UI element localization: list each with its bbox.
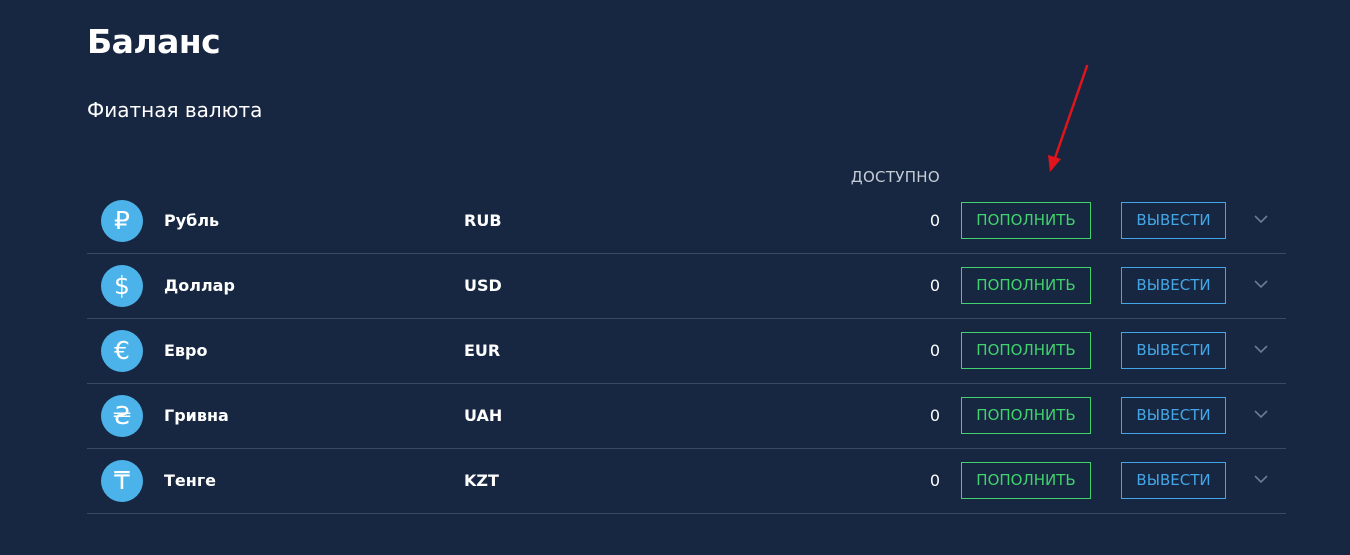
available-amount: 0 xyxy=(929,276,940,295)
ruble-icon: ₽ xyxy=(101,200,143,242)
currency-code: KZT xyxy=(464,471,499,490)
chevron-down-icon[interactable] xyxy=(1253,406,1269,422)
chevron-down-icon[interactable] xyxy=(1253,211,1269,227)
available-column-header: ДОСТУПНО xyxy=(850,168,940,186)
fiat-currency-list: ₽ Рубль RUB 0 ПОПОЛНИТЬ ВЫВЕСТИ $ Доллар… xyxy=(87,189,1286,514)
chevron-down-icon[interactable] xyxy=(1253,341,1269,357)
available-amount: 0 xyxy=(929,341,940,360)
available-amount: 0 xyxy=(929,471,940,490)
currency-row-usd: $ Доллар USD 0 ПОПОЛНИТЬ ВЫВЕСТИ xyxy=(87,254,1286,319)
tenge-icon: ₸ xyxy=(101,460,143,502)
deposit-button-kzt[interactable]: ПОПОЛНИТЬ xyxy=(961,462,1091,499)
currency-row-eur: € Евро EUR 0 ПОПОЛНИТЬ ВЫВЕСТИ xyxy=(87,319,1286,384)
withdraw-button-usd[interactable]: ВЫВЕСТИ xyxy=(1121,267,1226,304)
deposit-button-rub[interactable]: ПОПОЛНИТЬ xyxy=(961,202,1091,239)
page-title: Баланс xyxy=(87,22,221,61)
chevron-down-icon[interactable] xyxy=(1253,276,1269,292)
dollar-icon: $ xyxy=(101,265,143,307)
withdraw-button-kzt[interactable]: ВЫВЕСТИ xyxy=(1121,462,1226,499)
currency-name: Гривна xyxy=(164,406,229,425)
euro-icon: € xyxy=(101,330,143,372)
currency-code: UAH xyxy=(464,406,503,425)
available-amount: 0 xyxy=(929,211,940,230)
withdraw-button-eur[interactable]: ВЫВЕСТИ xyxy=(1121,332,1226,369)
hryvnia-icon: ₴ xyxy=(101,395,143,437)
currency-code: RUB xyxy=(464,211,502,230)
currency-row-kzt: ₸ Тенге KZT 0 ПОПОЛНИТЬ ВЫВЕСТИ xyxy=(87,449,1286,514)
available-amount: 0 xyxy=(929,406,940,425)
deposit-button-usd[interactable]: ПОПОЛНИТЬ xyxy=(961,267,1091,304)
chevron-down-icon[interactable] xyxy=(1253,471,1269,487)
currency-name: Евро xyxy=(164,341,208,360)
deposit-button-uah[interactable]: ПОПОЛНИТЬ xyxy=(961,397,1091,434)
deposit-button-eur[interactable]: ПОПОЛНИТЬ xyxy=(961,332,1091,369)
withdraw-button-uah[interactable]: ВЫВЕСТИ xyxy=(1121,397,1226,434)
currency-code: EUR xyxy=(464,341,501,360)
currency-name: Рубль xyxy=(164,211,220,230)
currency-name: Доллар xyxy=(164,276,235,295)
currency-name: Тенге xyxy=(164,471,217,490)
withdraw-button-rub[interactable]: ВЫВЕСТИ xyxy=(1121,202,1226,239)
currency-row-uah: ₴ Гривна UAH 0 ПОПОЛНИТЬ ВЫВЕСТИ xyxy=(87,384,1286,449)
section-title-fiat: Фиатная валюта xyxy=(87,98,263,122)
currency-code: USD xyxy=(464,276,502,295)
currency-row-rub: ₽ Рубль RUB 0 ПОПОЛНИТЬ ВЫВЕСТИ xyxy=(87,189,1286,254)
